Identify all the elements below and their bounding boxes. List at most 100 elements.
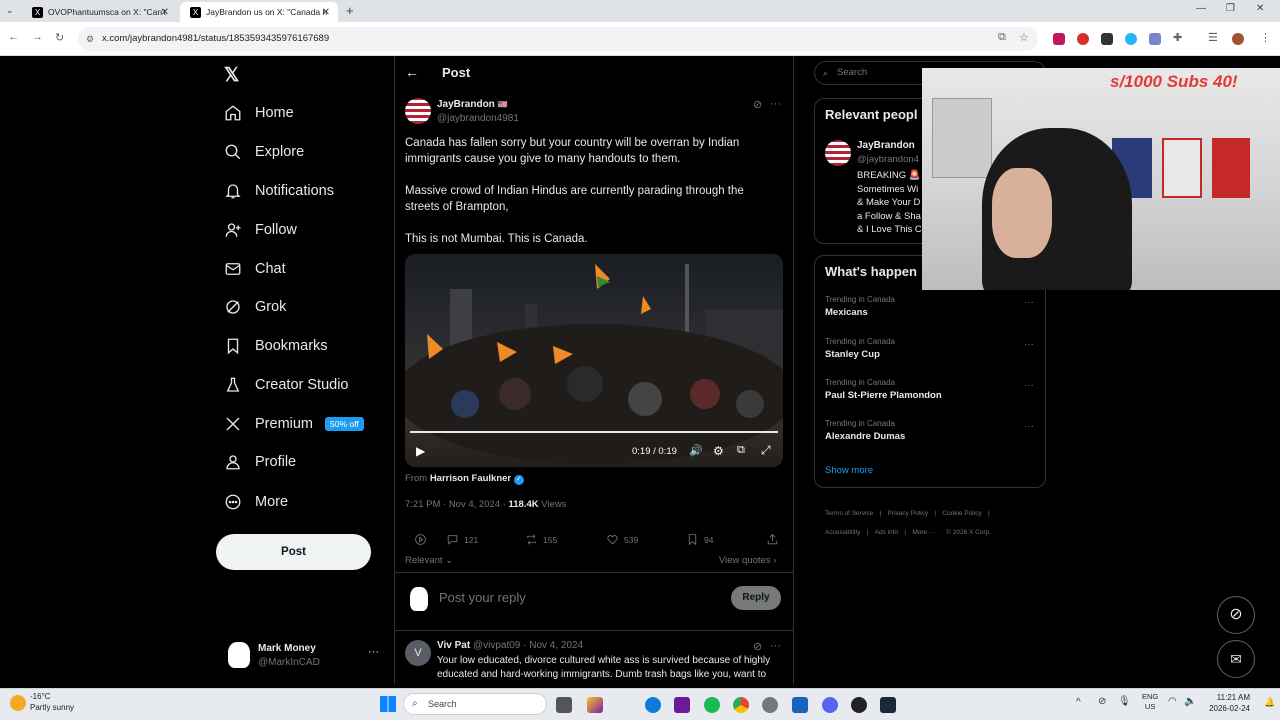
sort-dropdown[interactable]: Relevant ⌄ — [405, 555, 453, 566]
obs-icon[interactable] — [851, 697, 867, 713]
wifi-icon[interactable]: ◠ — [1168, 696, 1177, 707]
post-timestamp[interactable]: 7:21 PM · Nov 4, 2024 · — [405, 499, 506, 510]
account-options-icon[interactable]: ··· — [368, 646, 379, 658]
pip-icon[interactable]: ⧉ — [737, 444, 745, 457]
weather-temp[interactable]: -16°C — [30, 692, 51, 701]
edge-icon[interactable] — [645, 697, 661, 713]
trend-item[interactable]: Trending in Canada Alexandre Dumas ··· — [814, 419, 1046, 457]
extension-icon[interactable] — [1149, 33, 1161, 45]
messages-float-button[interactable]: ✉ — [1217, 640, 1255, 678]
reply-author-name[interactable]: Viv Pat — [437, 640, 470, 651]
nav-creator-studio[interactable]: Creator Studio — [224, 373, 349, 397]
forward-arrow-icon[interactable]: → — [32, 31, 43, 43]
extension-icon[interactable] — [1077, 33, 1089, 45]
browser-menu-icon[interactable]: ⋮ — [1260, 31, 1271, 44]
app-icon[interactable] — [674, 697, 690, 713]
nav-bookmarks[interactable]: Bookmarks — [224, 334, 328, 358]
grok-explain-icon[interactable]: ⊘ — [753, 640, 762, 653]
close-tab-icon[interactable]: ✕ — [322, 7, 330, 18]
settings-icon[interactable] — [762, 697, 778, 713]
grok-explain-icon[interactable]: ⊘ — [753, 98, 762, 111]
steam-icon[interactable] — [880, 697, 896, 713]
reading-list-icon[interactable]: ☰ — [1208, 31, 1218, 44]
chrome-icon[interactable] — [733, 697, 749, 713]
network-icon[interactable]: ⊘ — [1098, 696, 1106, 707]
reply-action[interactable]: 121 — [446, 533, 478, 546]
task-view-icon[interactable] — [556, 697, 572, 713]
like-action[interactable]: 539 — [606, 533, 638, 546]
show-more-link[interactable]: Show more — [825, 465, 873, 476]
repost-action[interactable]: 155 — [525, 533, 557, 546]
nav-chat[interactable]: Chat — [224, 257, 286, 281]
weather-sun-icon[interactable] — [10, 695, 26, 711]
fullscreen-icon[interactable]: ⤢ — [761, 443, 771, 458]
footer-link[interactable]: Cookie Policy — [942, 510, 981, 517]
trend-more-icon[interactable]: ··· — [1024, 297, 1034, 308]
reply-author-handle[interactable]: @vivpat09 — [473, 640, 520, 651]
reply-button[interactable]: Reply — [731, 586, 781, 610]
browser-tab-active[interactable]: X JayBrandon us on X: "Canada h ✕ — [180, 2, 338, 22]
source-name[interactable]: Harrison Faulkner — [430, 473, 511, 484]
notifications-icon[interactable]: 🔔 — [1264, 697, 1275, 708]
taskbar-search[interactable]: ⌕ Search — [403, 693, 547, 715]
relevant-person-handle[interactable]: @jaybrandon4 — [857, 154, 919, 165]
address-bar[interactable]: ⚙ x.com/jaybrandon4981/status/1853593435… — [78, 27, 1038, 51]
nav-explore[interactable]: Explore — [224, 140, 304, 164]
install-app-icon[interactable]: ⧉ — [998, 31, 1006, 44]
play-icon[interactable]: ▶ — [416, 444, 425, 458]
settings-gear-icon[interactable]: ⚙ — [713, 444, 724, 458]
close-window-icon[interactable]: ✕ — [1256, 3, 1264, 14]
clock[interactable]: 11:21 AM 2026-02-24 — [1206, 692, 1250, 714]
extension-icon[interactable] — [1125, 33, 1137, 45]
bookmark-star-icon[interactable]: ☆ — [1019, 31, 1029, 44]
share-action[interactable] — [766, 533, 784, 546]
view-quotes-link[interactable]: View quotes › — [719, 555, 776, 566]
volume-icon[interactable]: 🔈 — [1184, 696, 1196, 707]
language-indicator[interactable]: ENG US — [1142, 692, 1158, 712]
footer-link[interactable]: Ads info — [875, 529, 899, 536]
site-info-icon[interactable]: ⚙ — [86, 27, 94, 51]
author-name-row[interactable]: JayBrandon 🇺🇸 — [437, 99, 508, 110]
discord-icon[interactable] — [822, 697, 838, 713]
reply-date[interactable]: · Nov 4, 2024 — [523, 640, 583, 651]
app-icon[interactable] — [792, 697, 808, 713]
volume-icon[interactable]: 🔊 — [689, 444, 703, 457]
nav-grok[interactable]: Grok — [224, 295, 286, 319]
copilot-icon[interactable] — [587, 697, 603, 713]
nav-home[interactable]: Home — [224, 101, 294, 125]
trend-more-icon[interactable]: ··· — [1024, 421, 1034, 432]
windows-start-icon[interactable] — [380, 696, 396, 712]
tab-search-button[interactable]: ⌄ — [6, 5, 14, 16]
nav-profile[interactable]: Profile — [224, 450, 296, 474]
nav-premium[interactable]: Premium 50% off — [224, 412, 364, 436]
back-arrow-icon[interactable]: ← — [8, 31, 19, 43]
nav-follow[interactable]: Follow — [224, 218, 297, 242]
author-avatar[interactable] — [405, 98, 431, 124]
profile-avatar-icon[interactable] — [1232, 33, 1244, 45]
browser-tab[interactable]: X OVOPhantuumsca on X: "Can't ✕ — [22, 2, 177, 22]
video-player[interactable]: ▶ 0:19 / 0:19 🔊 ⚙ ⧉ ⤢ — [405, 254, 783, 467]
trend-more-icon[interactable]: ··· — [1024, 380, 1034, 391]
extension-icon[interactable] — [1101, 33, 1113, 45]
trend-item[interactable]: Trending in Canada Paul St-Pierre Plamon… — [814, 378, 1046, 416]
maximize-window-icon[interactable]: ❐ — [1226, 3, 1235, 14]
trend-item[interactable]: Trending in Canada Stanley Cup ··· — [814, 337, 1046, 375]
nav-notifications[interactable]: Notifications — [224, 179, 334, 203]
trend-item[interactable]: Trending in Canada Mexicans ··· — [814, 295, 1046, 333]
reply-more-icon[interactable]: ··· — [770, 640, 781, 652]
post-button[interactable]: Post — [216, 534, 371, 570]
footer-link[interactable]: Accessibility — [825, 529, 860, 536]
reply-avatar[interactable]: V — [405, 640, 431, 666]
view-replay-button[interactable] — [414, 533, 432, 546]
mic-icon[interactable]: 🎙 — [1118, 696, 1131, 707]
grok-float-button[interactable]: ⊘ — [1217, 596, 1255, 634]
minimize-window-icon[interactable]: — — [1196, 3, 1206, 14]
relevant-person-name[interactable]: JayBrandon — [857, 140, 915, 151]
author-handle[interactable]: @jaybrandon4981 — [437, 113, 519, 124]
bookmark-action[interactable]: 94 — [686, 533, 713, 546]
reply-input[interactable]: Post your reply — [439, 590, 526, 605]
extensions-puzzle-icon[interactable]: ✚ — [1173, 31, 1182, 44]
trend-more-icon[interactable]: ··· — [1024, 339, 1034, 350]
footer-link[interactable]: Terms of Service — [825, 510, 873, 517]
tray-overflow-icon[interactable]: ^ — [1076, 697, 1081, 708]
